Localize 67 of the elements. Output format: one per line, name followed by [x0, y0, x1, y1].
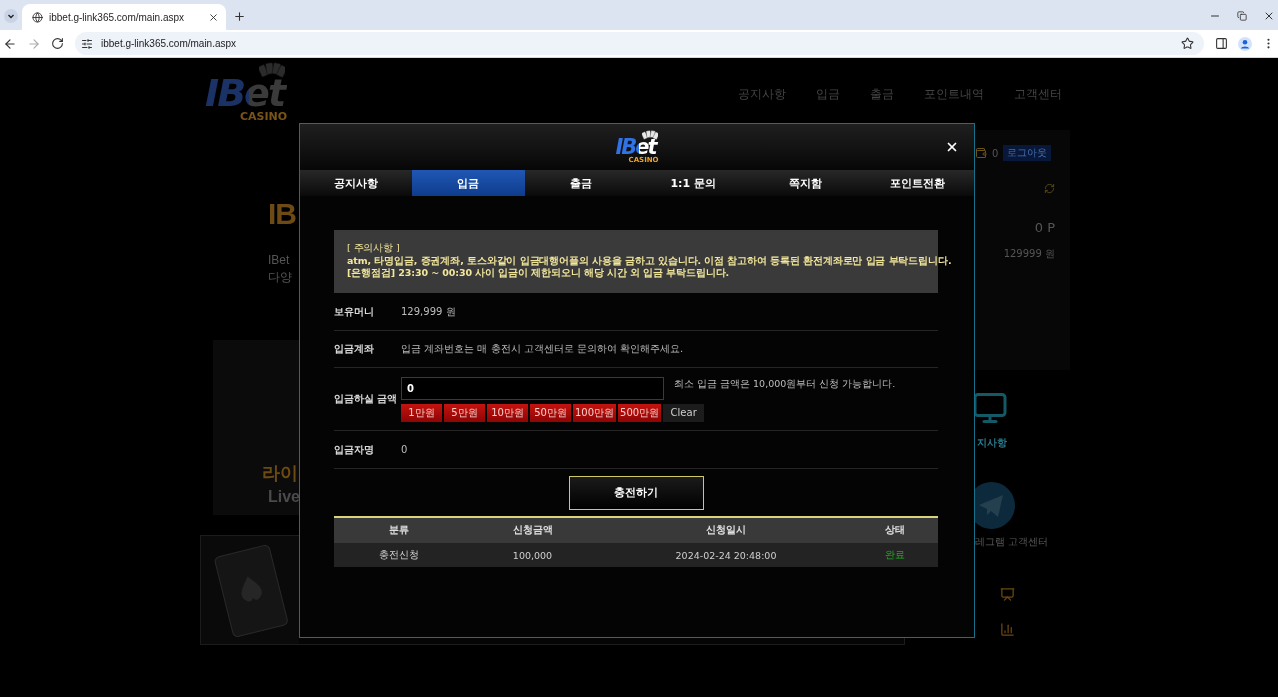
amount-button[interactable]: 10만원 — [487, 403, 528, 422]
banner-title: 라이 — [262, 461, 298, 485]
banner-subtitle: Live — [268, 487, 300, 507]
telegram-link[interactable]: 레그램 고객센터 — [975, 535, 1049, 549]
close-button[interactable] — [945, 140, 959, 154]
column-header: 분류 — [389, 524, 409, 537]
hero-text: IBet — [268, 252, 290, 269]
tab[interactable]: 1:1 문의 — [637, 170, 750, 196]
tab[interactable]: 쪽지함 — [749, 170, 862, 196]
field-label: 입금하실 금액 — [334, 392, 399, 406]
address-bar[interactable]: ibbet.g-link365.com/main.aspx — [75, 32, 1204, 55]
tab[interactable]: 출금 — [524, 170, 637, 196]
tab[interactable]: 포인트전환 — [861, 170, 974, 196]
table-cell: 100,000 — [512, 549, 553, 561]
field-label: 입금계좌 — [334, 342, 375, 356]
notice-text: atm, 타명입금, 증권계좌, 토스와같이 입금대행어플의 사용을 금하고 있습니다. 이점 참고하여 등록된 환전계좌로만 입금 부탁드립니다. — [347, 254, 952, 267]
notice-text: [은행점검] 23:30 ~ 00:30 사이 입금이 제한되오니 해당 시간 외 입금 부탁드립니다. — [347, 267, 729, 280]
amount-input[interactable]: 0 — [401, 376, 664, 400]
amount-button[interactable]: 5만원 — [444, 403, 485, 422]
browser-tab[interactable]: ibbet.g-link365.com/main.aspx — [22, 4, 226, 30]
playing-cards-icon — [259, 62, 286, 78]
star-icon[interactable] — [1181, 37, 1194, 50]
status-text: 완료 — [884, 548, 905, 562]
points-value: 0 P — [1034, 220, 1055, 235]
column-header: 상태 — [884, 524, 905, 537]
logo-wordmark: IBet — [615, 137, 659, 157]
restore-icon[interactable] — [1237, 11, 1247, 21]
plus-icon[interactable] — [233, 9, 246, 23]
hint-text: 최소 입금 금액은 10,000원부터 신청 가능합니다. — [674, 377, 896, 391]
logout-button[interactable]: 로그아웃 — [1003, 145, 1052, 161]
hero-title: IB — [268, 196, 296, 232]
amount-button[interactable]: 500만원 — [618, 403, 662, 422]
field-value: 입금 계좌번호는 매 충전시 고객센터로 문의하여 확인해주세요. — [401, 342, 684, 356]
clear-button[interactable]: Clear — [663, 403, 705, 422]
column-header: 신청금액 — [512, 524, 553, 537]
coin-count: 0 — [992, 147, 999, 159]
playing-cards-icon — [641, 130, 658, 140]
money-value: 129999 원 — [1003, 247, 1055, 261]
hero-text: 다양 — [268, 269, 292, 286]
globe-icon — [32, 11, 43, 23]
tab[interactable]: 입금 — [412, 170, 525, 196]
field-value: 129,999 원 — [401, 304, 456, 319]
reload-icon[interactable] — [51, 37, 64, 50]
close-icon[interactable] — [1263, 10, 1275, 22]
table-cell: 2024-02-24 20:48:00 — [675, 549, 777, 561]
column-header: 신청일시 — [706, 524, 746, 537]
notice-link[interactable]: 지사항 — [977, 436, 1007, 450]
profile-icon[interactable] — [1238, 36, 1252, 51]
site-settings-icon[interactable] — [81, 37, 93, 50]
back-icon[interactable] — [3, 36, 17, 51]
tab[interactable]: 공지사항 — [300, 170, 413, 196]
amount-button[interactable]: 50만원 — [530, 403, 571, 422]
side-panel-icon[interactable] — [1215, 37, 1228, 50]
wallet-icon — [975, 147, 987, 159]
notice-title: [ 주의사항 ] — [347, 242, 400, 255]
field-label: 입금자명 — [334, 442, 375, 457]
amount-button[interactable]: 100만원 — [573, 403, 617, 422]
table-cell: 충전신청 — [379, 548, 419, 562]
field-value: 0 — [401, 444, 408, 455]
chevron-down-icon[interactable] — [4, 9, 18, 23]
logo-subtitle: CASINO — [239, 111, 288, 122]
monitor-icon[interactable] — [972, 390, 1008, 426]
amount-button[interactable]: 1만원 — [401, 403, 442, 422]
submit-button[interactable]: 충전하기 — [568, 476, 704, 510]
close-icon — [945, 140, 959, 154]
field-label: 보유머니 — [334, 304, 375, 319]
close-icon[interactable] — [208, 11, 219, 23]
